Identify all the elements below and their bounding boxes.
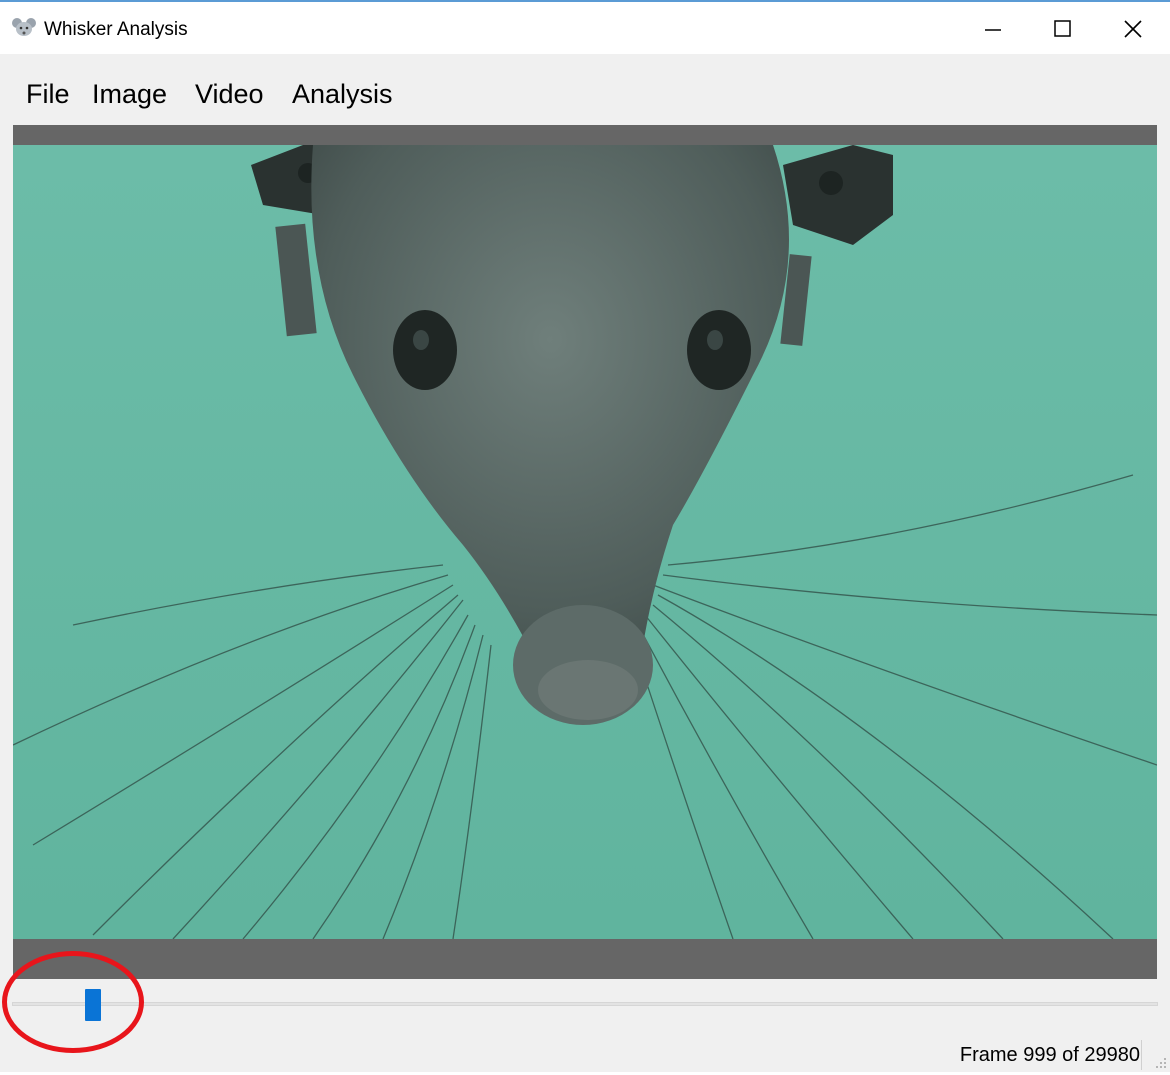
video-frame bbox=[13, 145, 1157, 939]
status-divider bbox=[1141, 1040, 1142, 1070]
menu-analysis[interactable]: Analysis bbox=[292, 78, 393, 110]
slider-thumb[interactable] bbox=[85, 989, 102, 1021]
minimize-button[interactable] bbox=[958, 2, 1028, 54]
menu-image[interactable]: Image bbox=[92, 78, 167, 110]
menu-file[interactable]: File bbox=[26, 78, 70, 110]
menu-bar: File Image Video Analysis bbox=[0, 54, 1170, 124]
maximize-button[interactable] bbox=[1028, 2, 1098, 54]
close-button[interactable] bbox=[1098, 2, 1168, 54]
menu-video[interactable]: Video bbox=[195, 78, 264, 110]
maximize-icon bbox=[1054, 20, 1071, 37]
app-window: Whisker Analysis File Image Video Analys… bbox=[0, 0, 1170, 1072]
close-icon bbox=[1124, 20, 1142, 38]
frame-slider[interactable] bbox=[12, 987, 1158, 1027]
frame-counter: Frame 999 of 29980 bbox=[959, 1044, 1140, 1066]
window-title: Whisker Analysis bbox=[44, 19, 188, 40]
mouse-icon bbox=[11, 16, 37, 38]
minimize-icon bbox=[985, 29, 1001, 31]
resize-grip-icon[interactable] bbox=[1152, 1054, 1168, 1070]
title-bar[interactable]: Whisker Analysis bbox=[0, 2, 1170, 54]
video-viewer bbox=[13, 125, 1157, 979]
slider-track[interactable] bbox=[12, 1002, 1158, 1006]
